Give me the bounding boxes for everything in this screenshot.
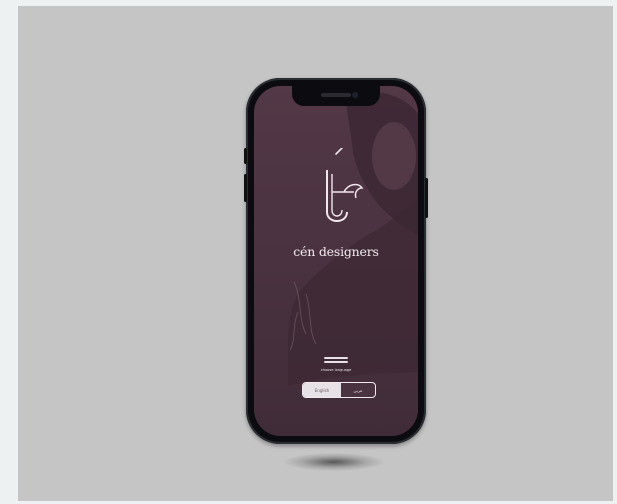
language-option-arabic[interactable]: عربي — [341, 383, 375, 397]
language-option-english[interactable]: English — [303, 383, 341, 397]
phone-shadow — [284, 453, 384, 471]
preview-card: cén designers choose language English عر… — [18, 6, 613, 501]
language-title-line — [324, 361, 348, 363]
brand-name: cén designers — [293, 244, 379, 259]
language-title: choose language — [320, 368, 352, 372]
phone-mockup: cén designers choose language English عر… — [244, 78, 428, 444]
language-switch[interactable]: English عربي — [302, 382, 376, 398]
app-splash-screen: cén designers choose language English عر… — [254, 86, 418, 436]
speaker-grille — [321, 93, 351, 97]
brand-logo-icon — [326, 148, 364, 222]
front-camera-icon — [352, 92, 358, 98]
side-button — [244, 174, 247, 202]
side-button — [244, 148, 247, 164]
phone-notch — [292, 86, 380, 106]
side-button — [425, 178, 428, 218]
language-title-line — [324, 357, 348, 359]
